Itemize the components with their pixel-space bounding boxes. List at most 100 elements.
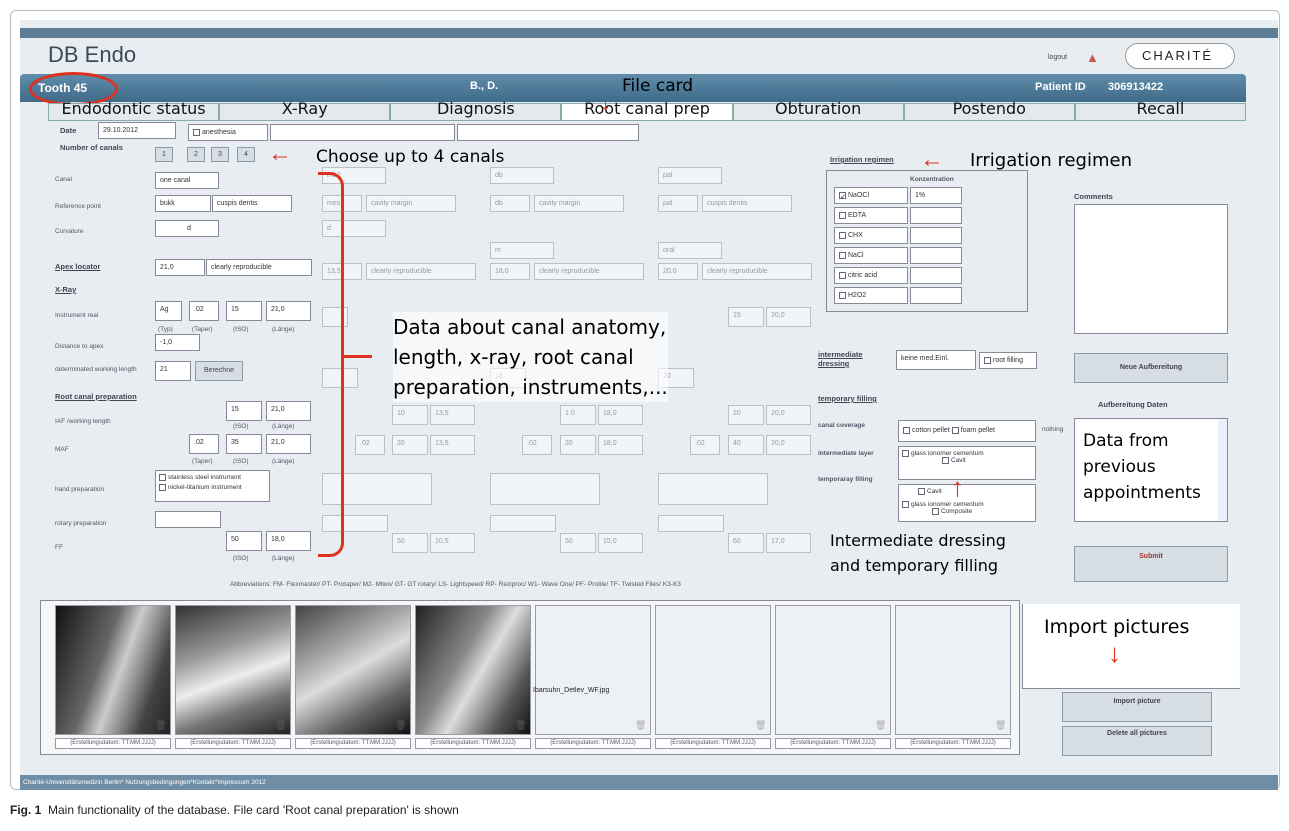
anesthesia-checkbox[interactable]: anesthesia <box>188 124 268 141</box>
col2-maf-length[interactable]: 18,0 <box>598 435 643 455</box>
reference-field-2[interactable]: cuspis dentis <box>212 195 292 212</box>
conc-naocl[interactable]: 1% <box>910 187 962 204</box>
maf-taper-field[interactable]: .02 <box>189 434 219 454</box>
xray-thumbnail-1[interactable] <box>55 605 171 735</box>
xray-thumbnail-3[interactable] <box>295 605 411 735</box>
trash-icon[interactable]: 🗑 <box>395 720 406 731</box>
canal-3-button[interactable]: 3 <box>211 147 229 162</box>
tempfill-options[interactable]: Cavit glass ionomer cementum Composite <box>898 484 1036 522</box>
irrigant-citric[interactable]: citric acid <box>834 267 908 284</box>
tab-obturation[interactable]: Obturation <box>732 100 904 121</box>
instrument-iso-field[interactable]: 15 <box>226 301 262 321</box>
col2-hand-options[interactable] <box>490 473 600 505</box>
stainless-option[interactable]: stainless steel instrument <box>159 474 266 481</box>
col3-ref-field-2[interactable]: cuspis dentis <box>702 195 792 212</box>
iaf-length-field[interactable]: 21,0 <box>266 401 311 421</box>
col3-instr-iso[interactable]: 15 <box>728 307 764 327</box>
col3-maf-length[interactable]: 20,0 <box>766 435 811 455</box>
col1-apex-note[interactable]: clearly reproducible <box>366 263 476 280</box>
picture-date-2[interactable]: (Erstellungsdatum: TT.MM.JJJJ) <box>175 738 291 749</box>
col1-iaf-length[interactable]: 13,5 <box>430 405 475 425</box>
apex-value-field[interactable]: 21,0 <box>155 259 205 276</box>
picture-date-1[interactable]: (Erstellungsdatum: TT.MM.JJJJ) <box>55 738 171 749</box>
picture-slot-6[interactable] <box>655 605 771 735</box>
trash-icon[interactable]: 🗑 <box>275 720 286 731</box>
iaf-iso-field[interactable]: 15 <box>226 401 262 421</box>
import-picture-button[interactable]: Import picture <box>1062 692 1212 722</box>
col3-curv-field[interactable]: oral <box>658 242 722 259</box>
irrigant-edta[interactable]: EDTA <box>834 207 908 224</box>
trash-icon[interactable]: 🗑 <box>995 720 1006 731</box>
col3-ff-length[interactable]: 17,0 <box>766 533 811 553</box>
col2-apex-field[interactable]: 18,0 <box>490 263 530 280</box>
col3-ref-field[interactable]: pal <box>658 195 698 212</box>
irrigant-chx[interactable]: CHX <box>834 227 908 244</box>
irrigant-naocl[interactable]: NaOCl <box>834 187 908 205</box>
tab-x-ray[interactable]: X-Ray <box>219 100 391 121</box>
irrigant-h2o2[interactable]: H2O2 <box>834 287 908 304</box>
xray-thumbnail-4[interactable] <box>415 605 531 735</box>
tempfill-option-gic[interactable]: glass ionomer cementum <box>902 501 1032 508</box>
col1-maf-iso[interactable]: 35 <box>392 435 428 455</box>
canal-field[interactable]: one canal <box>155 172 219 189</box>
tempfill-option-composite[interactable]: Composite <box>902 508 1032 516</box>
picture-date-3[interactable]: (Erstellungsdatum: TT.MM.JJJJ) <box>295 738 411 749</box>
apex-note-field[interactable]: clearly reproducible <box>206 259 312 276</box>
layer-options[interactable]: glass ionomer cementum Cavit <box>898 446 1036 480</box>
picture-date-7[interactable]: (Erstellungsdatum: TT.MM.JJJJ) <box>775 738 891 749</box>
col3-apex-field[interactable]: 20,0 <box>658 263 698 280</box>
conc-citric[interactable] <box>910 267 962 284</box>
picture-date-5[interactable]: (Erstellungsdatum: TT.MM.JJJJ) <box>535 738 651 749</box>
picture-date-4[interactable]: (Erstellungsdatum: TT.MM.JJJJ) <box>415 738 531 749</box>
col1-maf-taper[interactable]: .02 <box>355 435 385 455</box>
niti-option[interactable]: nickel-titanium instrument <box>159 484 266 491</box>
col1-iaf-iso[interactable]: 10 <box>392 405 428 425</box>
col3-instr-length[interactable]: 20,0 <box>766 307 811 327</box>
irrigant-nacl[interactable]: NaCl <box>834 247 908 264</box>
col1-ref-field-2[interactable]: cavity margin <box>366 195 456 212</box>
col3-maf-iso[interactable]: 40 <box>728 435 764 455</box>
trash-icon[interactable]: 🗑 <box>755 720 766 731</box>
working-length-field[interactable]: 21 <box>155 361 191 381</box>
canal-2-button[interactable]: 2 <box>187 147 205 162</box>
calculate-button[interactable]: Berechne <box>195 361 243 381</box>
maf-iso-field[interactable]: 35 <box>226 434 262 454</box>
root-filling-checkbox[interactable]: root filling <box>979 352 1037 369</box>
ff-iso-field[interactable]: 50 <box>226 531 262 551</box>
picture-slot-8[interactable] <box>895 605 1011 735</box>
conc-edta[interactable] <box>910 207 962 224</box>
col2-maf-iso[interactable]: 35 <box>560 435 596 455</box>
col3-iaf-iso[interactable]: 20 <box>728 405 764 425</box>
col3-rotary-field[interactable] <box>658 515 724 532</box>
picture-date-8[interactable]: (Erstellungsdatum: TT.MM.JJJJ) <box>895 738 1011 749</box>
col2-apex-note[interactable]: clearly reproducible <box>534 263 644 280</box>
col3-hand-options[interactable] <box>658 473 768 505</box>
picture-slot-7[interactable] <box>775 605 891 735</box>
trash-icon[interactable]: 🗑 <box>635 720 646 731</box>
note-field-2[interactable] <box>457 124 639 141</box>
comments-textarea[interactable] <box>1074 204 1228 334</box>
new-preparation-button[interactable]: Neue Aufbereitung <box>1074 353 1228 383</box>
tab-root-canal-prep[interactable]: Root canal prep <box>561 100 733 121</box>
tab-diagnosis[interactable]: Diagnosis <box>390 100 562 121</box>
col2-ff-iso[interactable]: 50 <box>560 533 596 553</box>
dressing-field[interactable]: keine med.Einl. <box>896 350 976 370</box>
instrument-length-field[interactable]: 21,0 <box>266 301 311 321</box>
trash-icon[interactable]: 🗑 <box>155 720 166 731</box>
delete-all-pictures-button[interactable]: Delete all pictures <box>1062 726 1212 756</box>
canal-1-button[interactable]: 1 <box>155 147 173 162</box>
maf-length-field[interactable]: 21,0 <box>266 434 311 454</box>
list-scrollbar[interactable] <box>1218 419 1227 521</box>
instrument-type-field[interactable]: Ag <box>155 301 182 321</box>
trash-icon[interactable]: 🗑 <box>515 720 526 731</box>
col3-maf-taper[interactable]: .02 <box>690 435 720 455</box>
col3-ff-iso[interactable]: 60 <box>728 533 764 553</box>
col2-curv-field[interactable]: m <box>490 242 554 259</box>
coverage-options[interactable]: cotton pellet foam pellet <box>898 420 1036 442</box>
canal-4-button[interactable]: 4 <box>237 147 255 162</box>
submit-button[interactable]: Submit <box>1074 546 1228 582</box>
tab-recall[interactable]: Recall <box>1074 100 1246 121</box>
instrument-taper-field[interactable]: .02 <box>189 301 219 321</box>
tab-postendo[interactable]: Postendo <box>903 100 1075 121</box>
col2-ref-field-2[interactable]: cavity margin <box>534 195 624 212</box>
